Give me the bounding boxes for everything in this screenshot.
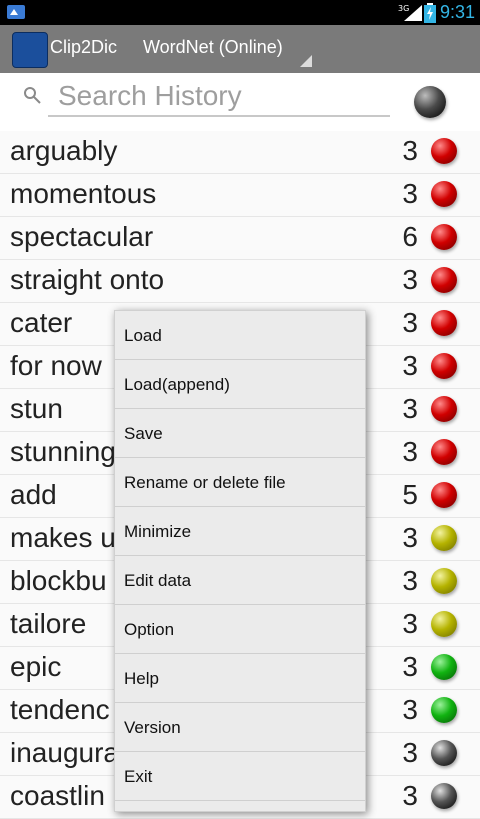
clip2dic-app-icon[interactable] — [12, 32, 48, 68]
svg-text:3G: 3G — [398, 4, 409, 13]
menu-item-rename-or-delete-file[interactable]: Rename or delete file — [115, 458, 365, 507]
options-menu: Load Load(append) Save Rename or delete fil… — [114, 310, 366, 812]
status-orb-icon[interactable] — [431, 482, 457, 508]
history-word: cater — [10, 307, 73, 338]
history-word: makes u — [10, 522, 116, 553]
status-orb-icon[interactable] — [431, 740, 457, 766]
lookup-count: 3 — [402, 737, 418, 768]
menu-item-label: Rename or delete file — [124, 473, 286, 492]
lookup-count: 3 — [402, 307, 418, 338]
menu-item-label: Version — [124, 718, 181, 737]
status-orb-icon[interactable] — [431, 353, 457, 379]
status-orb-icon[interactable] — [431, 396, 457, 422]
history-word: stun — [10, 393, 63, 424]
history-word: straight onto — [10, 264, 165, 295]
clock: 9:31 — [440, 2, 476, 22]
menu-item-edit-data[interactable]: Edit data — [115, 556, 365, 605]
history-word: for now — [10, 350, 102, 381]
status-orb-icon[interactable] — [431, 267, 457, 293]
search-input[interactable] — [48, 77, 390, 117]
history-word: momentous — [10, 178, 157, 209]
menu-item-exit[interactable]: Exit — [115, 752, 365, 801]
search-area — [0, 73, 480, 131]
lookup-count: 6 — [402, 221, 418, 252]
menu-item-label: Load — [124, 326, 162, 345]
menu-item-label: Save — [124, 424, 163, 443]
lookup-count: 3 — [402, 522, 418, 553]
app-title: Clip2Dic — [50, 37, 118, 57]
app-bar: Clip2Dic WordNet (Online) — [0, 25, 480, 73]
history-word: add — [10, 479, 57, 510]
menu-item-label: Load(append) — [124, 375, 230, 394]
signal-icon: 3G — [398, 4, 422, 21]
history-word: coastlin — [10, 780, 105, 811]
menu-item-load-append[interactable]: Load(append) — [115, 360, 365, 409]
status-orb-icon[interactable] — [431, 654, 457, 680]
menu-item-save[interactable]: Save — [115, 409, 365, 458]
menu-item-label: Minimize — [124, 522, 192, 541]
search-status-orb[interactable] — [414, 86, 446, 118]
lookup-count: 3 — [402, 608, 418, 639]
status-orb-icon[interactable] — [431, 439, 457, 465]
lookup-count: 3 — [402, 178, 418, 209]
history-row[interactable]: momentous 3 — [0, 174, 480, 217]
status-orb-icon[interactable] — [431, 310, 457, 336]
menu-item-version[interactable]: Version — [115, 703, 365, 752]
battery-icon — [424, 3, 436, 23]
history-word: inaugura — [10, 737, 119, 768]
menu-item-label: Help — [124, 669, 159, 688]
lookup-count: 3 — [402, 780, 418, 811]
lookup-count: 3 — [402, 651, 418, 682]
dropdown-arrow-icon[interactable] — [300, 55, 312, 67]
history-word: tailore — [10, 608, 87, 639]
lookup-count: 3 — [402, 565, 418, 596]
status-orb-icon[interactable] — [431, 224, 457, 250]
menu-item-label: Exit — [124, 767, 153, 786]
lookup-count: 3 — [402, 393, 418, 424]
status-orb-icon[interactable] — [431, 783, 457, 809]
lookup-count: 3 — [402, 436, 418, 467]
history-word: spectacular — [10, 221, 154, 252]
history-word: tendenc — [10, 694, 110, 725]
menu-item-minimize[interactable]: Minimize — [115, 507, 365, 556]
history-word: epic — [10, 651, 62, 682]
status-orb-icon[interactable] — [431, 525, 457, 551]
status-orb-icon[interactable] — [431, 568, 457, 594]
lookup-count: 3 — [402, 694, 418, 725]
menu-item-option[interactable]: Option — [115, 605, 365, 654]
history-word: stunning — [10, 436, 116, 467]
menu-item-label: Edit data — [124, 571, 192, 590]
status-orb-icon[interactable] — [431, 138, 457, 164]
dictionary-selector[interactable]: WordNet (Online) — [143, 37, 283, 58]
menu-item-help[interactable]: Help — [115, 654, 365, 703]
history-word: blockbu — [10, 565, 107, 596]
status-orb-icon[interactable] — [431, 181, 457, 207]
history-row[interactable]: arguably 3 — [0, 131, 480, 174]
menu-item-label: Option — [124, 620, 175, 639]
status-bar: 3G 9:31 — [0, 0, 480, 25]
history-word: arguably — [10, 135, 118, 166]
status-orb-icon[interactable] — [431, 697, 457, 723]
history-row[interactable]: spectacular 6 — [0, 217, 480, 260]
lookup-count: 3 — [402, 135, 418, 166]
history-row[interactable]: straight onto 3 — [0, 260, 480, 303]
menu-item-load[interactable]: Load — [115, 311, 365, 360]
search-icon — [24, 87, 41, 104]
lookup-count: 3 — [402, 264, 418, 295]
lookup-count: 3 — [402, 350, 418, 381]
status-orb-icon[interactable] — [431, 611, 457, 637]
app-notification-icon — [7, 5, 25, 19]
lookup-count: 5 — [402, 479, 418, 510]
